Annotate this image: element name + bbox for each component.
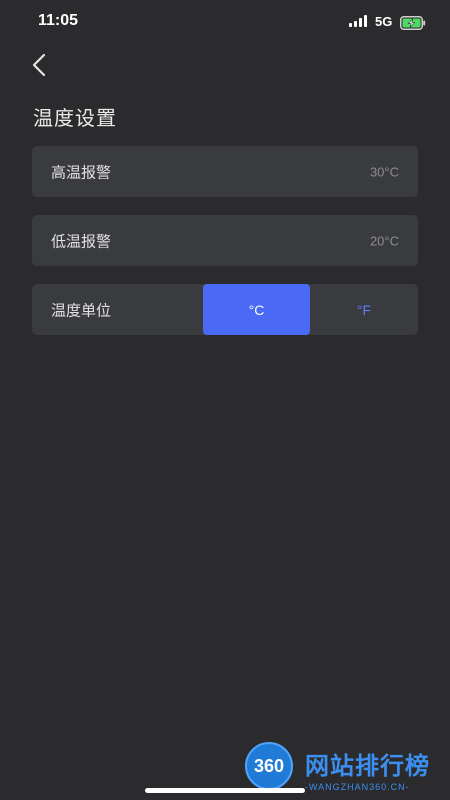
battery-charging-icon [400, 15, 426, 30]
watermark-title: 网站排行榜 [305, 752, 430, 780]
chevron-left-icon [32, 53, 46, 77]
signal-bars-icon [349, 15, 369, 27]
unit-fahrenheit-option[interactable]: °F [310, 284, 418, 335]
low-temp-alarm-row[interactable]: 低温报警 20°C [32, 215, 418, 266]
back-button[interactable] [24, 50, 54, 80]
low-temp-alarm-label: 低温报警 [51, 232, 112, 250]
network-type: 5G [375, 14, 393, 29]
unit-celsius-option[interactable]: °C [203, 284, 310, 335]
temp-unit-label: 温度单位 [51, 301, 112, 319]
home-indicator[interactable] [145, 788, 305, 793]
status-time: 11:05 [38, 12, 79, 29]
page-title: 温度设置 [33, 106, 117, 130]
low-temp-alarm-value: 20°C [369, 233, 399, 248]
high-temp-alarm-row[interactable]: 高温报警 30°C [32, 146, 418, 197]
high-temp-alarm-value: 30°C [369, 164, 399, 179]
high-temp-alarm-label: 高温报警 [51, 163, 112, 181]
temp-unit-row: 温度单位 °C °F [32, 284, 418, 335]
status-bar: 11:05 5G [0, 0, 450, 46]
watermark-subtitle: -WANGZHAN360.CN- [305, 782, 410, 792]
watermark-logo: 360 [245, 742, 293, 790]
temp-unit-toggle: °C °F [203, 284, 418, 335]
